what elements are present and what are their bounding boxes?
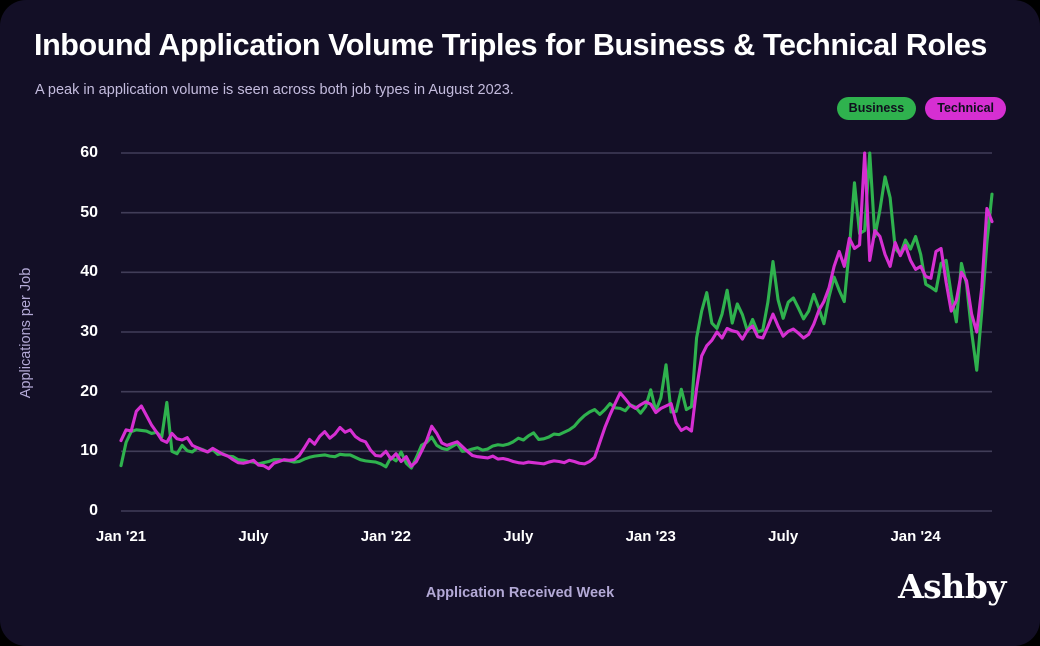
chart-svg [119,151,994,512]
x-tick-label: Jan '22 [360,528,411,545]
ashby-logo: Ashby [898,567,1006,606]
y-tick-label: 10 [80,442,98,460]
plot-area: 0 10 20 30 40 50 60 Jan '21 July Jan '22 July Jan '… [0,0,1040,646]
y-tick-label: 30 [80,323,98,340]
y-tick-label: 0 [89,502,98,519]
series-group [119,151,994,471]
x-tick-label: July [238,528,269,545]
y-tick-label: 50 [80,203,98,221]
y-tick-label: 60 [80,144,98,161]
x-tick-label: Jan '24 [890,528,941,545]
x-tick-label: July [503,528,534,545]
chart-card: Inbound Application Volume Triples for B… [0,0,1040,646]
x-tick-label: July [768,528,799,545]
series-line-technical [119,151,994,471]
x-tick-label: Jan '21 [95,528,147,545]
y-tick-label: 20 [80,382,98,400]
y-tick-label: 40 [80,263,98,281]
x-tick-label: Jan '23 [625,528,676,545]
